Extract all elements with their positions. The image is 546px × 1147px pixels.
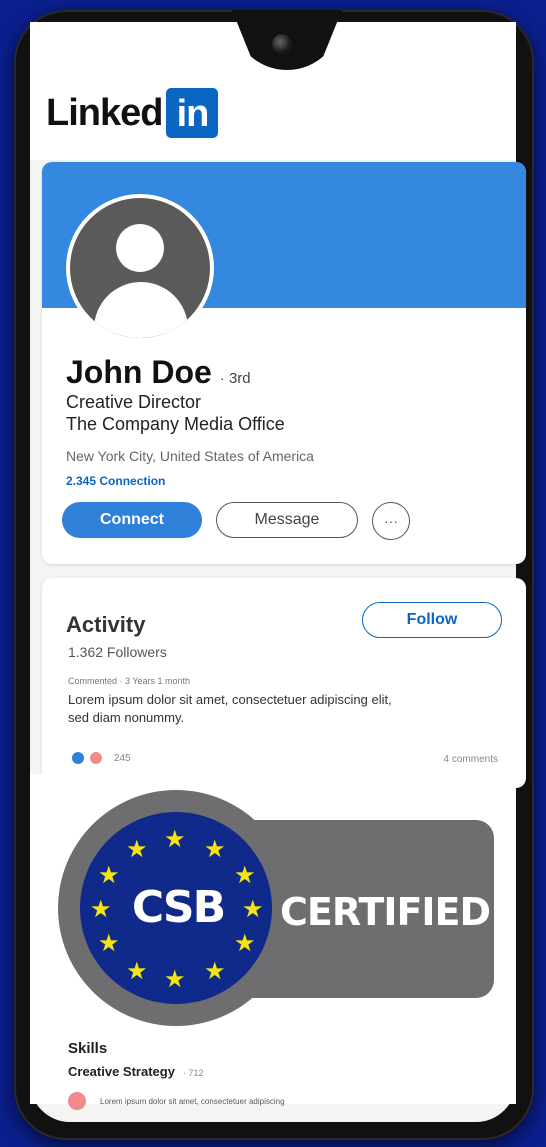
name-row: John Doe · 3rd xyxy=(66,354,251,391)
skill-row[interactable]: Creative Strategy · 712 xyxy=(68,1064,203,1079)
star-icon: ★ xyxy=(204,958,226,985)
love-reaction-icon xyxy=(90,752,102,764)
reaction-count: 245 xyxy=(114,752,131,764)
connection-degree: · 3rd xyxy=(219,370,251,387)
profile-title: Creative Director xyxy=(66,392,202,412)
avatar[interactable] xyxy=(66,194,214,342)
star-icon: ★ xyxy=(126,958,148,985)
post-text-line2[interactable]: sed diam nonummy. xyxy=(68,710,184,725)
skill-endorse-count: · 712 xyxy=(182,1068,204,1078)
followers-count: 1.362 Followers xyxy=(68,644,167,660)
profile-name: John Doe xyxy=(66,354,212,390)
comments-link[interactable]: 4 comments xyxy=(444,754,498,765)
front-camera xyxy=(272,34,292,54)
star-icon: ★ xyxy=(126,836,148,863)
certified-label: CERTIFIED xyxy=(280,890,491,934)
star-icon: ★ xyxy=(204,836,226,863)
post-meta: Commented · 3 Years 1 month xyxy=(68,676,191,686)
reactions[interactable]: 245 xyxy=(72,752,131,764)
avatar-head-icon xyxy=(116,224,164,272)
star-icon: ★ xyxy=(90,896,112,923)
follow-button[interactable]: Follow xyxy=(362,602,502,638)
endorser-avatar-icon xyxy=(68,1092,86,1110)
star-icon: ★ xyxy=(164,966,186,993)
star-icon: ★ xyxy=(234,930,256,957)
profile-card: John Doe · 3rd Creative Director The Com… xyxy=(42,162,526,564)
profile-location: New York City, United States of America xyxy=(66,448,314,464)
star-icon: ★ xyxy=(98,862,120,889)
star-icon: ★ xyxy=(98,930,120,957)
linkedin-logo[interactable]: Linked in xyxy=(46,88,219,138)
endorsement-text: Lorem ipsum dolor sit amet, consectetuer… xyxy=(100,1096,285,1106)
activity-card: Activity 1.362 Followers Follow Commente… xyxy=(42,578,526,788)
connect-button[interactable]: Connect xyxy=(62,502,202,538)
connections-link[interactable]: 2.345 Connection xyxy=(66,474,165,488)
csb-logo: CSB xyxy=(131,882,226,933)
message-button[interactable]: Message xyxy=(216,502,358,538)
logo-text: Linked xyxy=(46,91,163,134)
logo-in-badge: in xyxy=(166,88,219,138)
activity-title: Activity xyxy=(66,612,146,637)
avatar-body-icon xyxy=(94,282,188,338)
post-text-line1[interactable]: Lorem ipsum dolor sit amet, consectetuer… xyxy=(68,692,392,707)
skills-title: Skills xyxy=(68,1040,108,1057)
csb-certified-badge: ★ ★ ★ ★ ★ ★ ★ ★ ★ ★ ★ ★ CSB CERTIFIED xyxy=(58,790,498,1030)
more-options-button[interactable]: ··· xyxy=(372,502,410,540)
profile-company: The Company Media Office xyxy=(66,414,285,434)
skill-name: Creative Strategy xyxy=(68,1064,175,1079)
star-icon: ★ xyxy=(164,826,186,853)
skill-endorsement: Lorem ipsum dolor sit amet, consectetuer… xyxy=(68,1092,285,1110)
like-reaction-icon xyxy=(72,752,84,764)
star-icon: ★ xyxy=(242,896,264,923)
